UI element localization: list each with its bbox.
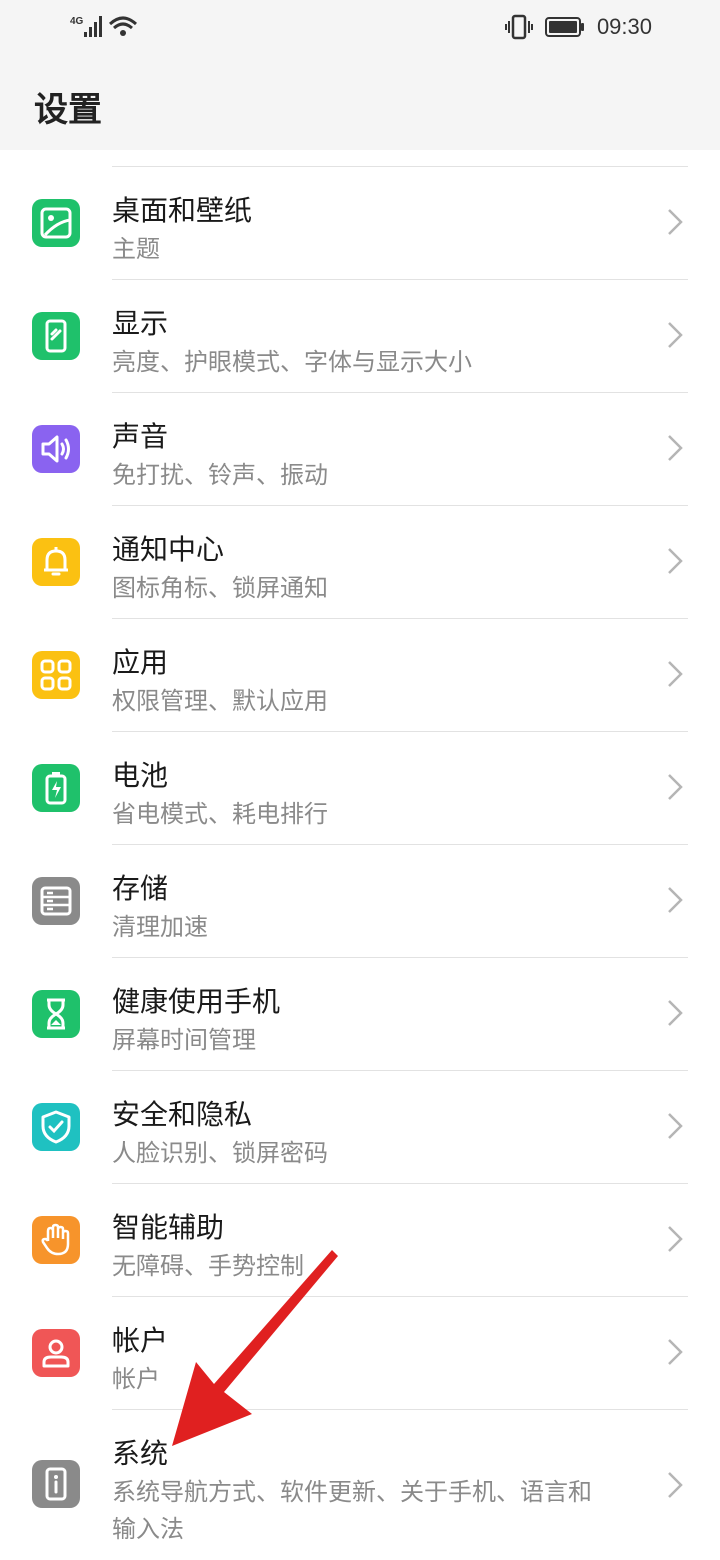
settings-item-subtitle: 免打扰、铃声、振动 (112, 461, 328, 489)
settings-item-title: 存储 (112, 872, 169, 905)
shield-icon (32, 1103, 80, 1151)
display-icon (32, 312, 80, 360)
chevron-right-icon (668, 774, 683, 800)
settings-item-account[interactable]: 帐户 帐户 (0, 1297, 720, 1410)
chevron-right-icon (668, 209, 683, 235)
network-type-label: 4G (70, 16, 84, 27)
settings-item-title: 健康使用手机 (112, 985, 281, 1018)
settings-item-security[interactable]: 安全和隐私 人脸识别、锁屏密码 (0, 1071, 720, 1184)
settings-item-display[interactable]: 显示 亮度、护眼模式、字体与显示大小 (0, 280, 720, 393)
settings-item-subtitle: 清理加速 (112, 913, 208, 941)
chevron-right-icon (668, 1113, 683, 1139)
settings-item-subtitle: 屏幕时间管理 (112, 1026, 256, 1054)
bell-icon (32, 538, 80, 586)
user-icon (32, 1329, 80, 1377)
hourglass-icon (32, 990, 80, 1038)
settings-item-title: 显示 (112, 307, 169, 340)
signal-icon: 4G (70, 16, 138, 37)
status-bar: 4G 09:30 (0, 0, 720, 56)
settings-item-notification[interactable]: 通知中心 图标角标、锁屏通知 (0, 506, 720, 619)
apps-grid-icon (32, 651, 80, 699)
settings-item-battery[interactable]: 电池 省电模式、耗电排行 (0, 732, 720, 845)
battery-status-icon (544, 17, 584, 37)
chevron-right-icon (668, 1472, 683, 1498)
settings-item-title: 帐户 (112, 1324, 169, 1357)
wallpaper-icon (32, 199, 80, 247)
settings-item-title: 安全和隐私 (112, 1098, 253, 1131)
chevron-right-icon (668, 1339, 683, 1365)
settings-item-subtitle: 权限管理、默认应用 (112, 687, 328, 715)
vibrate-icon (504, 14, 533, 40)
status-right: 09:30 (504, 12, 652, 42)
settings-item-title: 桌面和壁纸 (112, 194, 253, 227)
settings-item-accessibility[interactable]: 智能辅助 无障碍、手势控制 (0, 1184, 720, 1297)
info-icon (32, 1460, 80, 1508)
settings-item-title: 系统 (112, 1437, 169, 1470)
settings-item-subtitle: 帐户 (112, 1365, 160, 1393)
settings-item-subtitle: 亮度、护眼模式、字体与显示大小 (112, 348, 472, 376)
settings-item-title: 通知中心 (112, 533, 225, 566)
hand-icon (32, 1216, 80, 1264)
status-left: 4G (70, 12, 140, 42)
settings-item-apps[interactable]: 应用 权限管理、默认应用 (0, 619, 720, 732)
settings-item-title: 电池 (112, 759, 169, 792)
storage-icon (32, 877, 80, 925)
settings-item-title: 应用 (112, 646, 169, 679)
page-title: 设置 (34, 90, 102, 130)
settings-item-subtitle: 图标角标、锁屏通知 (112, 574, 328, 602)
status-time: 09:30 (596, 14, 652, 39)
chevron-right-icon (668, 435, 683, 461)
chevron-right-icon (668, 1000, 683, 1026)
settings-item-subtitle: 无障碍、手势控制 (112, 1252, 304, 1280)
chevron-right-icon (668, 322, 683, 348)
chevron-right-icon (668, 1226, 683, 1252)
settings-item-digital-balance[interactable]: 健康使用手机 屏幕时间管理 (0, 958, 720, 1071)
chevron-right-icon (668, 661, 683, 687)
settings-item-wallpaper[interactable]: 桌面和壁纸 主题 (0, 167, 720, 280)
speaker-icon (32, 425, 80, 473)
settings-item-title: 智能辅助 (112, 1211, 225, 1244)
settings-item-subtitle-line2: 输入法 (112, 1515, 184, 1543)
chevron-right-icon (668, 887, 683, 913)
settings-item-subtitle: 主题 (112, 235, 160, 263)
app-header: 设置 (0, 56, 720, 150)
settings-item-storage[interactable]: 存储 清理加速 (0, 845, 720, 958)
settings-item-sound[interactable]: 声音 免打扰、铃声、振动 (0, 393, 720, 506)
settings-item-system[interactable]: 系统 系统导航方式、软件更新、关于手机、语言和 输入法 (0, 1410, 720, 1560)
settings-item-subtitle: 系统导航方式、软件更新、关于手机、语言和 (112, 1478, 592, 1506)
settings-item-subtitle: 省电模式、耗电排行 (112, 800, 328, 828)
battery-icon (32, 764, 80, 812)
settings-item-subtitle: 人脸识别、锁屏密码 (112, 1139, 328, 1167)
settings-item-title: 声音 (112, 420, 169, 453)
chevron-right-icon (668, 548, 683, 574)
